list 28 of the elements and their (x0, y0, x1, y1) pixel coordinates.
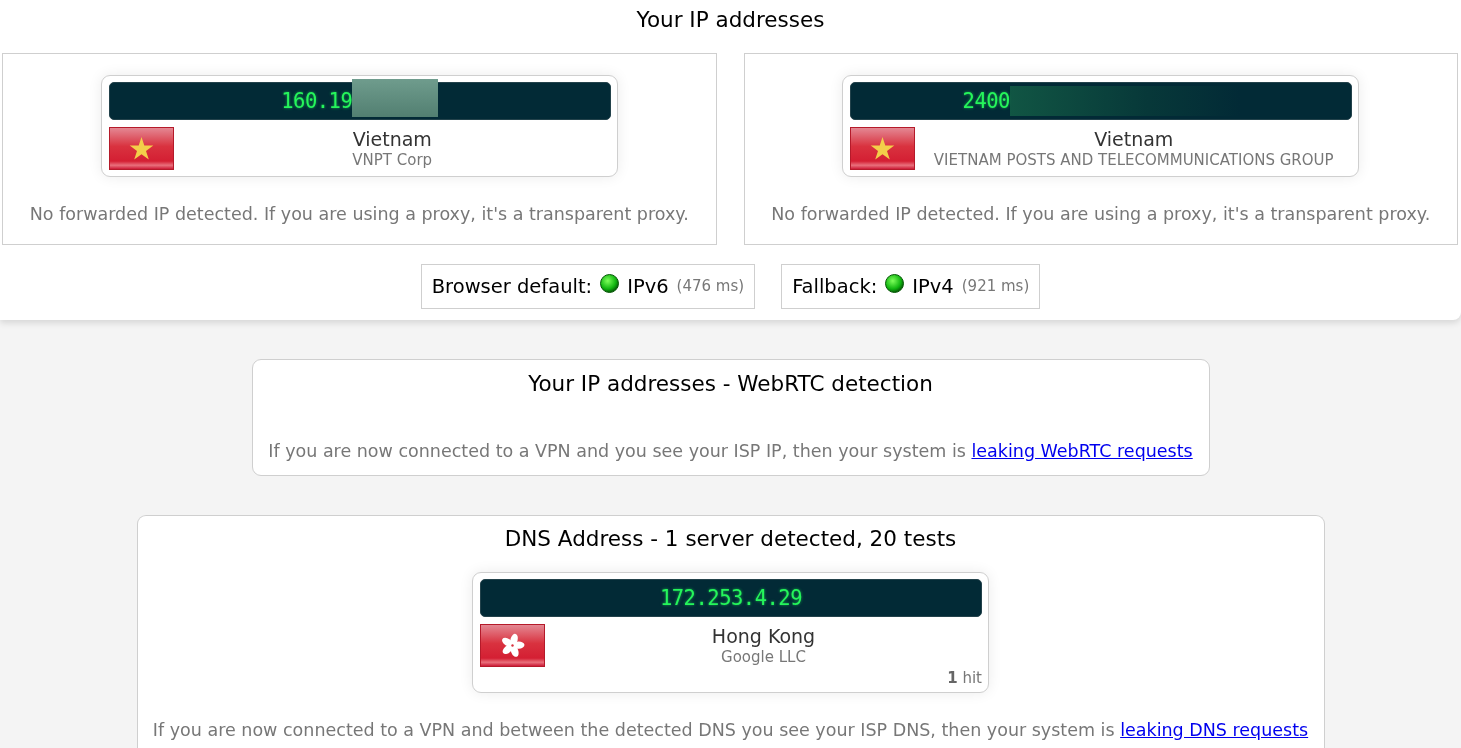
country-name: Vietnam (351, 128, 433, 151)
dns-note: If you are now connected to a VPN and between the detected DNS you see your ISP DNS, then your system is leaking DNS requests (152, 718, 1309, 742)
dns-leak-link[interactable]: leaking DNS requests (1120, 719, 1309, 740)
isp-name: VIETNAM POSTS AND TELECOMMUNICATIONS GROUP (932, 150, 1335, 169)
protocol-name: IPv6 (627, 273, 669, 300)
proxy-note: No forwarded IP detected. If you are using a proxy, it's a transparent proxy. (28, 203, 690, 226)
section-title: DNS Address - 1 server detected, 20 tests (504, 526, 957, 552)
flower-flag-icon (480, 624, 545, 667)
proxy-note: No forwarded IP detected. If you are using a proxy, it's a transparent proxy. (770, 203, 1432, 226)
star-flag-icon (108, 127, 174, 170)
section-title: Your IP addresses - WebRTC detection (528, 371, 933, 397)
isp-name: Google LLC (720, 647, 807, 666)
protocol-label: Browser default: (431, 273, 593, 300)
isp-name: VNPT Corp (351, 150, 434, 169)
country-name: Vietnam (1093, 128, 1175, 151)
ip-address: 160.19 (281, 90, 353, 112)
ip-address: 172.253.4.29 (659, 587, 803, 609)
webrtc-leak-link[interactable]: leaking WebRTC requests (971, 440, 1193, 461)
country-name: Hong Kong (710, 625, 817, 648)
response-time: (476 ms) (676, 276, 745, 298)
star-flag-icon (850, 127, 916, 170)
hit-count: 1 hit (946, 670, 982, 687)
response-time: (921 ms) (961, 276, 1030, 298)
ip-address: 2400 (962, 90, 1010, 112)
protocol-name: IPv4 (912, 273, 954, 300)
section-title: Your IP addresses (635, 7, 826, 33)
protocol-label: Fallback: (792, 273, 878, 300)
webrtc-note: If you are now connected to a VPN and you see your ISP IP, then your system is leaking WebRTC requests (268, 439, 1193, 463)
